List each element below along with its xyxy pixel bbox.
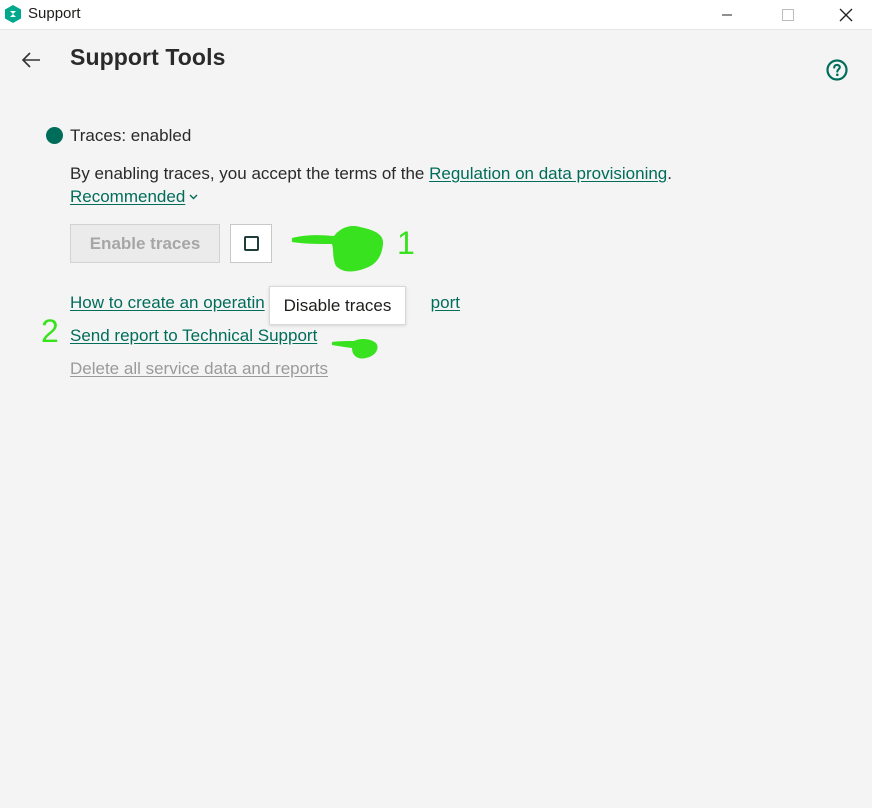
close-icon xyxy=(839,8,853,21)
maximize-icon xyxy=(782,8,794,21)
dump-link-suffix: port xyxy=(430,293,460,312)
delete-data-link[interactable]: Delete all service data and reports xyxy=(70,359,328,379)
terms-suffix: . xyxy=(667,164,672,183)
support-window: Support Support Tools Traces: enabled By… xyxy=(0,0,872,808)
maximize-button[interactable] xyxy=(765,0,811,29)
minimize-icon xyxy=(722,14,732,15)
terms-prefix: By enabling traces, you accept the terms… xyxy=(70,164,430,183)
stop-square-icon xyxy=(243,236,259,251)
annotation-number-2: 2 xyxy=(41,313,59,349)
minimize-button[interactable] xyxy=(704,0,750,29)
enable-traces-button[interactable]: Enable traces xyxy=(70,224,220,263)
disable-traces-button[interactable] xyxy=(230,224,272,263)
chevron-down-icon xyxy=(189,194,198,200)
status-indicator-dot xyxy=(46,127,63,144)
traces-status-label: Traces: enabled xyxy=(70,126,192,145)
window-title: Support xyxy=(28,5,81,22)
recommended-label: Recommended xyxy=(70,187,186,206)
close-button[interactable] xyxy=(823,0,869,29)
title-bar: Support xyxy=(0,0,872,30)
dump-link-prefix: How to create an operatin xyxy=(70,293,265,312)
page-title: Support Tools xyxy=(70,44,226,70)
disable-traces-tooltip: Disable traces xyxy=(269,286,406,325)
regulation-link[interactable]: Regulation on data provisioning xyxy=(429,164,667,183)
send-report-link[interactable]: Send report to Technical Support xyxy=(70,326,317,346)
help-icon[interactable] xyxy=(825,58,849,82)
arrow-left-icon xyxy=(21,52,40,68)
annotation-pointer-2 xyxy=(332,338,378,359)
terms-text: By enabling traces, you accept the terms… xyxy=(70,164,672,184)
annotation-pointer-1 xyxy=(292,226,384,272)
annotation-number-1: 1 xyxy=(397,225,415,261)
back-button[interactable] xyxy=(16,46,46,74)
app-logo-icon xyxy=(5,5,21,23)
recommended-dropdown[interactable]: Recommended xyxy=(70,187,198,207)
